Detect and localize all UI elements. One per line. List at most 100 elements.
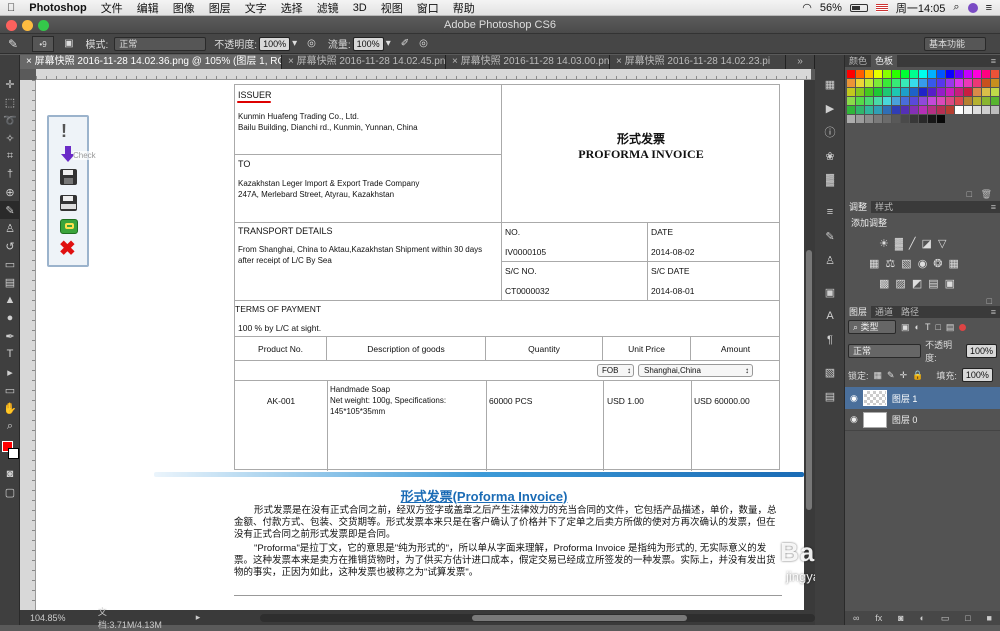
- move-tool-icon[interactable]: ✛: [0, 75, 20, 93]
- layer-row-0[interactable]: ◉ 图层 0: [845, 409, 1000, 431]
- fob-select[interactable]: FOB ↕: [597, 364, 634, 377]
- layer-opacity-input[interactable]: 100%: [965, 344, 997, 358]
- tab-document-4[interactable]: × 屏幕快照 2016-11-28 14.02.23.pi: [610, 55, 786, 69]
- exclamation-icon[interactable]: !: [61, 121, 67, 142]
- new-group-icon[interactable]: ▭: [941, 613, 950, 624]
- color-swatch[interactable]: [937, 115, 945, 123]
- color-swatch[interactable]: [865, 79, 873, 87]
- filter-type-icon[interactable]: T: [925, 322, 931, 332]
- history-panel-icon[interactable]: ▦: [815, 75, 845, 93]
- panel-menu-icon[interactable]: ≡: [991, 56, 1000, 66]
- color-swatch[interactable]: [955, 70, 963, 78]
- screen-mode-icon[interactable]: ▢: [0, 483, 20, 501]
- color-swatch[interactable]: [856, 115, 864, 123]
- menu-3d[interactable]: 3D: [346, 2, 374, 14]
- lock-position-icon[interactable]: ✛: [900, 370, 908, 381]
- color-swatch[interactable]: [847, 97, 855, 105]
- color-swatch[interactable]: [964, 70, 972, 78]
- color-swatch[interactable]: [892, 88, 900, 96]
- color-swatch[interactable]: [937, 106, 945, 114]
- character-panel-icon[interactable]: A: [815, 307, 845, 325]
- color-swatch[interactable]: [865, 88, 873, 96]
- color-swatch[interactable]: [946, 70, 954, 78]
- pen-tool-icon[interactable]: ✒: [0, 327, 20, 345]
- tab-swatches[interactable]: 色板: [871, 55, 898, 67]
- color-swatch[interactable]: [865, 97, 873, 105]
- levels-icon[interactable]: ▓: [895, 238, 909, 250]
- hand-tool-icon[interactable]: ✋: [0, 399, 20, 417]
- color-swatch[interactable]: [856, 79, 864, 87]
- menu-edit[interactable]: 编辑: [130, 0, 166, 16]
- color-swatch[interactable]: [928, 97, 936, 105]
- fill-input[interactable]: 100%: [961, 368, 993, 382]
- clone-source-icon[interactable]: ♙: [815, 251, 845, 269]
- actions-panel-icon[interactable]: ▶: [815, 99, 845, 117]
- color-swatch[interactable]: [964, 79, 972, 87]
- hue-icon[interactable]: ▦: [869, 258, 885, 270]
- stamp-tool-icon[interactable]: ♙: [0, 219, 20, 237]
- posterize-icon[interactable]: ▨: [895, 278, 911, 290]
- new-adjustment-icon[interactable]: ◐: [919, 613, 924, 623]
- photo-filter-icon[interactable]: ◉: [918, 258, 934, 270]
- delete-swatch-icon[interactable]: 🗑: [981, 189, 992, 199]
- color-swatch[interactable]: [892, 106, 900, 114]
- path-select-tool-icon[interactable]: ▸: [0, 363, 20, 381]
- tab-close-icon[interactable]: ×: [616, 56, 625, 67]
- zoom-window-button[interactable]: [38, 20, 49, 31]
- color-swatch[interactable]: [901, 70, 909, 78]
- user-icon[interactable]: [967, 2, 978, 13]
- eyedropper-tool-icon[interactable]: †: [0, 165, 20, 183]
- color-swatch[interactable]: [991, 70, 999, 78]
- color-swatch[interactable]: [910, 97, 918, 105]
- tab-adjustments[interactable]: 调整: [845, 201, 872, 213]
- notes-panel-icon[interactable]: ▤: [815, 387, 845, 405]
- menu-window[interactable]: 窗口: [410, 0, 446, 16]
- brush-panel-icon[interactable]: ≡: [815, 203, 845, 221]
- color-swatch[interactable]: [937, 88, 945, 96]
- color-swatch[interactable]: [955, 97, 963, 105]
- color-swatch[interactable]: [910, 88, 918, 96]
- save-icon[interactable]: [60, 169, 77, 185]
- panel-menu-icon[interactable]: ≡: [991, 307, 1000, 317]
- color-swatches[interactable]: [0, 439, 19, 465]
- zoom-tool-icon[interactable]: ⌕: [0, 417, 20, 435]
- color-swatch[interactable]: [919, 79, 927, 87]
- new-swatch-icon[interactable]: □: [967, 189, 972, 199]
- port-select[interactable]: Shanghai,China ↕: [638, 364, 753, 377]
- tab-close-icon[interactable]: ×: [452, 56, 461, 67]
- color-swatch[interactable]: [865, 115, 873, 123]
- color-swatch[interactable]: [910, 106, 918, 114]
- horizontal-scroll-thumb[interactable]: [472, 614, 688, 621]
- color-swatch[interactable]: [874, 88, 882, 96]
- color-swatch[interactable]: [973, 106, 981, 114]
- tab-styles[interactable]: 样式: [871, 201, 897, 213]
- menu-image[interactable]: 图像: [166, 0, 202, 16]
- color-swatch[interactable]: [964, 88, 972, 96]
- color-swatch[interactable]: [982, 70, 990, 78]
- color-swatch[interactable]: [874, 97, 882, 105]
- color-swatch[interactable]: [874, 70, 882, 78]
- menu-view[interactable]: 视图: [374, 0, 410, 16]
- color-swatch[interactable]: [847, 70, 855, 78]
- color-swatch[interactable]: [982, 88, 990, 96]
- color-swatch[interactable]: [901, 97, 909, 105]
- background-color[interactable]: [8, 448, 19, 459]
- menu-layer[interactable]: 图层: [202, 0, 238, 16]
- color-swatch[interactable]: [919, 97, 927, 105]
- lock-transparency-icon[interactable]: ▦: [874, 370, 883, 381]
- layer-kind-select[interactable]: ⌕ 类型: [848, 320, 896, 334]
- color-swatch[interactable]: [973, 70, 981, 78]
- tabs-overflow-icon[interactable]: »: [786, 55, 815, 69]
- color-swatch[interactable]: [910, 115, 918, 123]
- color-swatch[interactable]: [883, 115, 891, 123]
- close-icon[interactable]: ✖: [59, 239, 76, 259]
- color-swatch[interactable]: [901, 88, 909, 96]
- filter-toggle-icon[interactable]: [959, 323, 967, 331]
- crop-tool-icon[interactable]: ⌗: [0, 147, 20, 165]
- vibrance-icon[interactable]: ▽: [938, 238, 952, 250]
- healing-tool-icon[interactable]: ⊕: [0, 183, 20, 201]
- blur-tool-icon[interactable]: ▲: [0, 291, 20, 309]
- tab-paths[interactable]: 路径: [897, 306, 923, 318]
- color-swatch[interactable]: [946, 88, 954, 96]
- color-swatch[interactable]: [955, 106, 963, 114]
